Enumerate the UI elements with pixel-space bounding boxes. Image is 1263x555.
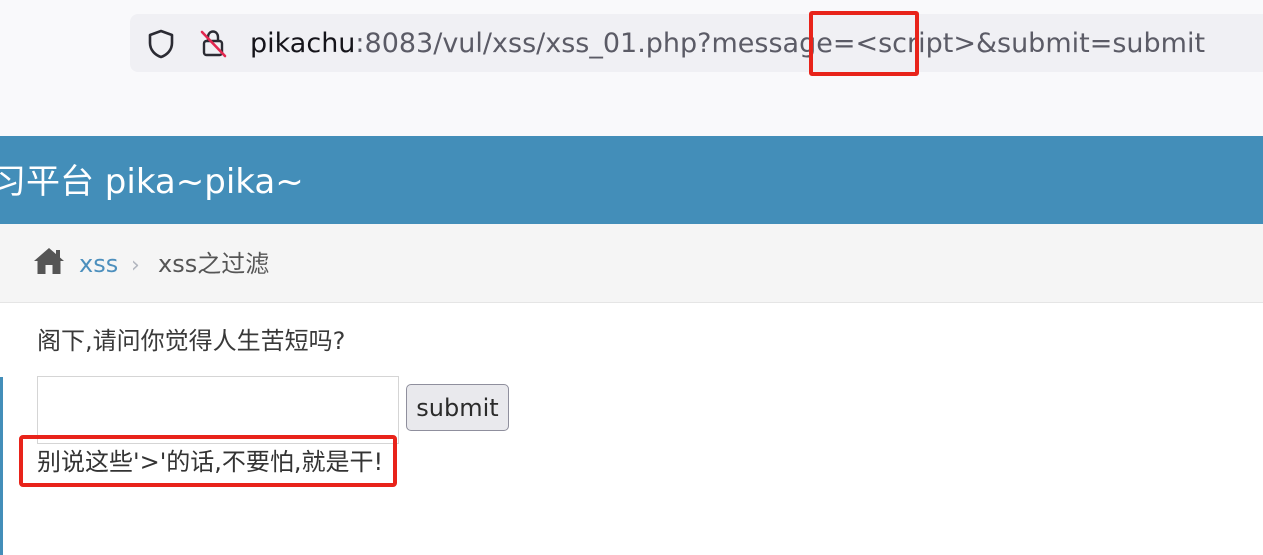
insecure-lock-icon[interactable]: [198, 27, 228, 59]
question-text: 阁下,请问你觉得人生苦短吗?: [37, 327, 346, 355]
home-icon[interactable]: [32, 245, 66, 277]
sidebar-edge: [0, 377, 3, 555]
site-title: 习平台 pika~pika~: [0, 162, 304, 202]
breadcrumb-current: xss之过滤: [158, 250, 270, 278]
url-text[interactable]: pikachu:8083/vul/xss/xss_01.php?message=…: [250, 24, 1205, 64]
highlight-box-result: [19, 435, 397, 487]
breadcrumb-link-xss[interactable]: xss: [79, 249, 118, 279]
message-input[interactable]: [37, 376, 399, 444]
highlight-box-url-script: [809, 11, 919, 76]
submit-button[interactable]: submit: [406, 384, 509, 431]
shield-icon[interactable]: [146, 28, 176, 60]
url-host: pikachu: [250, 28, 356, 59]
breadcrumb-separator: ›: [131, 253, 140, 278]
url-path: :8083/vul/xss/xss_01.php?message=<script…: [355, 28, 1206, 59]
